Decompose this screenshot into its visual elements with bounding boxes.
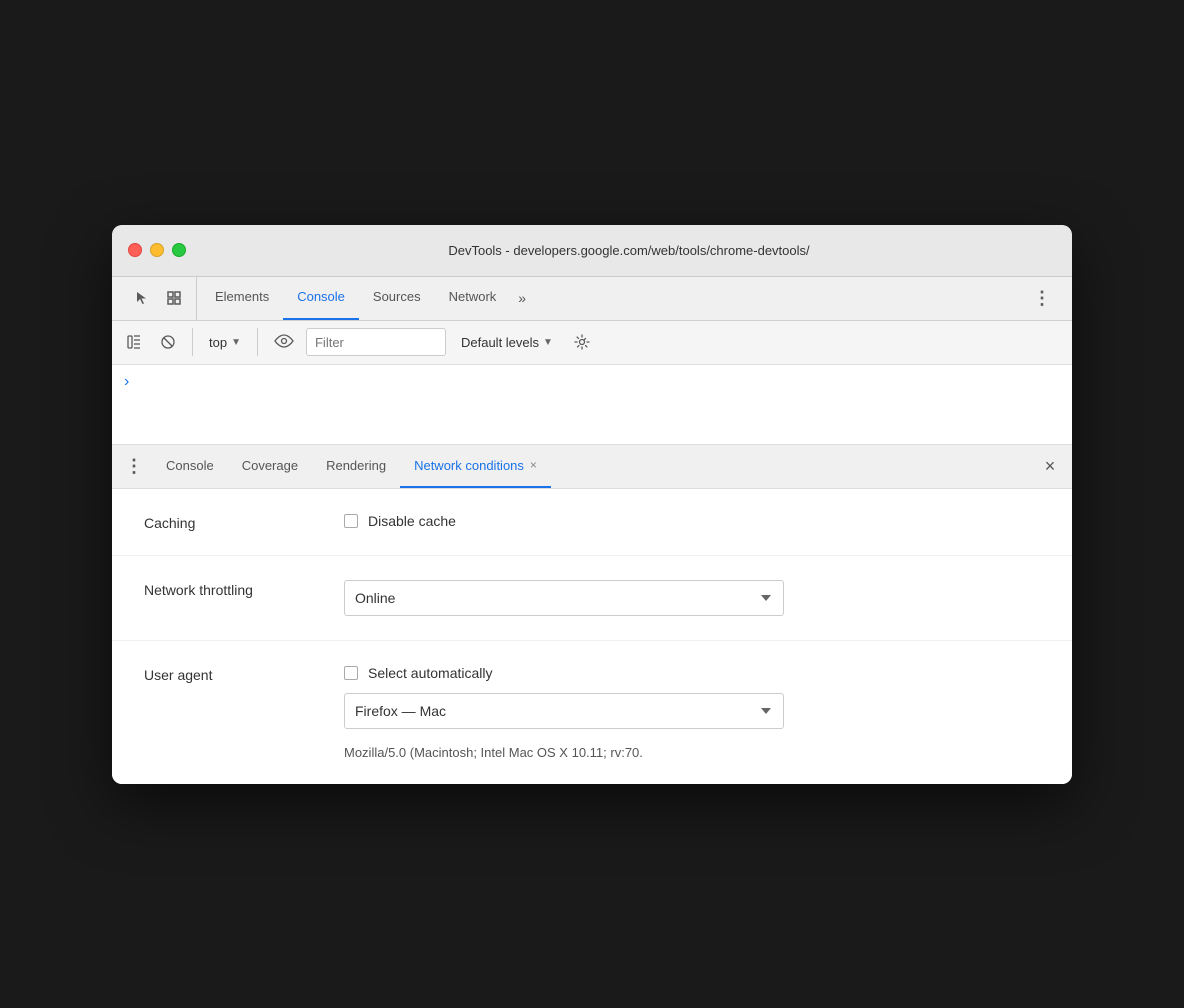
- console-chevron-icon[interactable]: ›: [124, 373, 129, 390]
- console-content: ›: [112, 365, 1072, 445]
- traffic-lights: [128, 243, 186, 257]
- disable-cache-checkbox[interactable]: [344, 514, 358, 528]
- tab-console[interactable]: Console: [283, 276, 359, 320]
- toolbar-divider-2: [257, 328, 258, 356]
- select-automatically-checkbox[interactable]: [344, 666, 358, 680]
- throttling-control: Online Fast 3G Slow 3G Offline Custom...: [344, 580, 1040, 616]
- settings-icon[interactable]: [568, 328, 596, 356]
- devtools-window: DevTools - developers.google.com/web/too…: [112, 225, 1072, 784]
- network-conditions-content: Caching Disable cache Network throttling…: [112, 489, 1072, 784]
- user-agent-label: User agent: [144, 665, 344, 683]
- caching-row: Caching Disable cache: [112, 489, 1072, 556]
- cursor-icon[interactable]: [128, 284, 156, 312]
- tab-network-conditions[interactable]: Network conditions ×: [400, 444, 551, 488]
- levels-chevron-icon: ▼: [543, 337, 553, 348]
- context-select[interactable]: top ▼: [203, 328, 247, 356]
- toolbar-divider: [192, 328, 193, 356]
- title-bar: DevTools - developers.google.com/web/too…: [112, 225, 1072, 277]
- tab-network[interactable]: Network: [435, 276, 511, 320]
- main-tab-bar: Elements Console Sources Network »: [197, 277, 1028, 320]
- tab-elements[interactable]: Elements: [201, 276, 283, 320]
- minimize-button[interactable]: [150, 243, 164, 257]
- sidebar-toggle-icon[interactable]: [120, 328, 148, 356]
- caching-label: Caching: [144, 513, 344, 531]
- tab-network-conditions-close[interactable]: ×: [530, 458, 537, 472]
- user-agent-string: Mozilla/5.0 (Macintosh; Intel Mac OS X 1…: [344, 745, 1040, 760]
- caching-control: Disable cache: [344, 513, 1040, 529]
- toolbar-end: ⋮: [1028, 284, 1064, 312]
- disable-cache-label: Disable cache: [368, 513, 456, 529]
- select-automatically-label: Select automatically: [368, 665, 493, 681]
- close-button[interactable]: [128, 243, 142, 257]
- bottom-panel-close-button[interactable]: ×: [1036, 452, 1064, 480]
- toolbar-icons: [120, 277, 197, 320]
- throttling-label: Network throttling: [144, 580, 344, 598]
- window-title: DevTools - developers.google.com/web/too…: [202, 243, 1056, 258]
- bottom-tab-bar: ⋮ Console Coverage Rendering Network con…: [112, 445, 1072, 489]
- clear-console-icon[interactable]: [154, 328, 182, 356]
- select-automatically-row: Select automatically: [344, 665, 1040, 681]
- devtools-menu-button[interactable]: ⋮: [1028, 284, 1056, 312]
- bottom-more-button[interactable]: ⋮: [120, 444, 148, 488]
- maximize-button[interactable]: [172, 243, 186, 257]
- throttling-row: Network throttling Online Fast 3G Slow 3…: [112, 556, 1072, 641]
- user-agent-control: Select automatically Firefox — Mac Chrom…: [344, 665, 1040, 760]
- user-agent-select[interactable]: Firefox — Mac Chrome — Mac Safari — Mac …: [344, 693, 784, 729]
- console-toolbar: top ▼ Default levels ▼: [112, 321, 1072, 365]
- tab-sources[interactable]: Sources: [359, 276, 435, 320]
- inspect-icon[interactable]: [160, 284, 188, 312]
- eye-icon[interactable]: [268, 332, 300, 353]
- disable-cache-row: Disable cache: [344, 513, 1040, 529]
- throttling-select[interactable]: Online Fast 3G Slow 3G Offline Custom...: [344, 580, 784, 616]
- user-agent-row: User agent Select automatically Firefox …: [112, 641, 1072, 784]
- tab-coverage[interactable]: Coverage: [228, 444, 312, 488]
- console-filter-input[interactable]: [306, 328, 446, 356]
- log-levels-button[interactable]: Default levels ▼: [452, 328, 562, 356]
- devtools-toolbar: Elements Console Sources Network » ⋮: [112, 277, 1072, 321]
- tab-console-bottom[interactable]: Console: [152, 444, 228, 488]
- tab-rendering[interactable]: Rendering: [312, 444, 400, 488]
- more-tabs-button[interactable]: »: [510, 276, 534, 320]
